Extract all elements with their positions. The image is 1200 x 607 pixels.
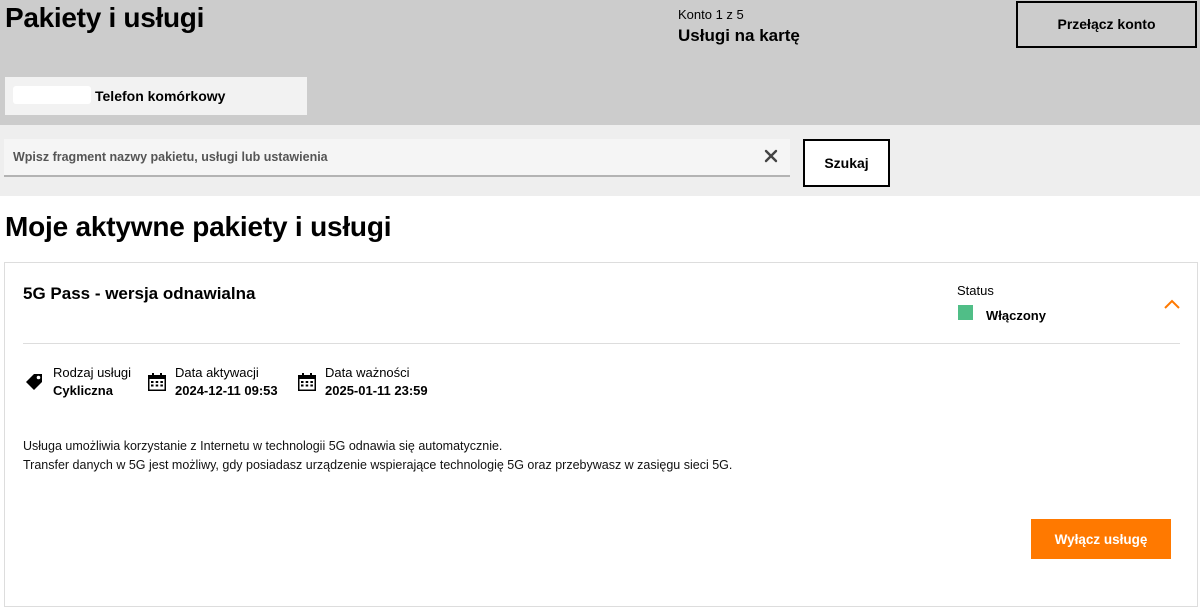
redacted-phone-number [13,86,91,104]
tag-icon [26,374,42,390]
phone-number-tab[interactable]: Telefon komórkowy [5,77,307,115]
disable-service-button[interactable]: Wyłącz usługę [1031,519,1171,559]
search-box [4,139,790,177]
page-title: Pakiety i usługi [5,2,205,33]
description-line: Transfer danych w 5G jest możliwy, gdy p… [23,458,733,472]
service-description: Usługa umożliwia korzystanie z Internetu… [23,437,732,475]
search-input[interactable] [4,139,754,175]
section-title: Moje aktywne pakiety i usługi [5,211,392,242]
activation-date-label: Data aktywacji [175,365,259,380]
service-name: 5G Pass - wersja odnawialna [23,284,256,303]
search-bar: Szukaj [0,125,1200,196]
close-icon[interactable] [764,149,778,163]
description-line: Usługa umożliwia korzystanie z Internetu… [23,439,503,453]
activation-date-value: 2024-12-11 09:53 [175,383,278,398]
status-value: Włączony [986,308,1046,323]
switch-account-button[interactable]: Przełącz konto [1016,1,1197,48]
calendar-icon [148,373,166,391]
service-type-label: Rodzaj usługi [53,365,132,380]
service-type-value: Cykliczna [53,383,113,398]
account-name: Usługi na kartę [678,26,800,45]
status-indicator [958,305,973,320]
service-card: 5G Pass - wersja odnawialna Status Włącz… [4,262,1198,607]
expiry-date-value: 2025-01-11 23:59 [325,383,428,398]
calendar-icon [298,373,316,391]
chevron-up-icon[interactable] [1163,298,1181,310]
account-counter: Konto 1 z 5 [678,7,744,22]
divider [23,343,1180,344]
page-header: Pakiety i usługi Konto 1 z 5 Usługi na k… [0,0,1200,125]
search-button[interactable]: Szukaj [803,139,890,187]
expiry-date-label: Data ważności [325,365,410,380]
phone-tab-label: Telefon komórkowy [95,88,226,104]
status-label: Status [957,283,994,298]
